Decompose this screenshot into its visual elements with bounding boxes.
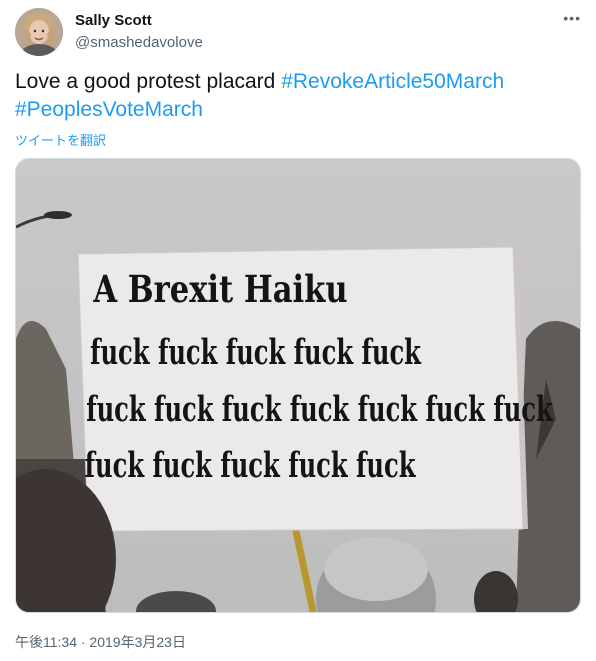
tweet-header: Sally Scott @smashedavolove ••• [15,8,581,56]
tweet-timestamp[interactable]: 午後11:34 · 2019年3月23日 [15,632,186,652]
tweet-photo[interactable]: A Brexit Haiku fuck fuck fuck fuck fuck … [15,158,581,613]
tweet-text: Love a good protest placard #RevokeArtic… [15,68,581,124]
hashtag-peoplesvote[interactable]: #PeoplesVoteMarch [15,98,203,121]
sign-title: A Brexit Haiku [93,268,348,312]
hashtag-revoke[interactable]: #RevokeArticle50March [281,70,504,93]
tweet: Sally Scott @smashedavolove ••• Love a g… [0,0,596,661]
sign-line-3: fuck fuck fuck fuck fuck [85,446,417,487]
translate-link[interactable]: ツイートを翻訳 [15,130,106,149]
sign-line-1: fuck fuck fuck fuck fuck [90,333,422,374]
more-icon[interactable]: ••• [563,10,581,26]
protest-photo: A Brexit Haiku fuck fuck fuck fuck fuck … [16,159,580,612]
sign-line-2: fuck fuck fuck fuck fuck fuck fuck [86,390,554,431]
author-handle[interactable]: @smashedavolove [75,34,203,51]
avatar-image [15,8,63,56]
avatar[interactable] [15,8,63,56]
author-name[interactable]: Sally Scott [75,12,152,29]
tweet-body: Love a good protest placard [15,70,282,93]
